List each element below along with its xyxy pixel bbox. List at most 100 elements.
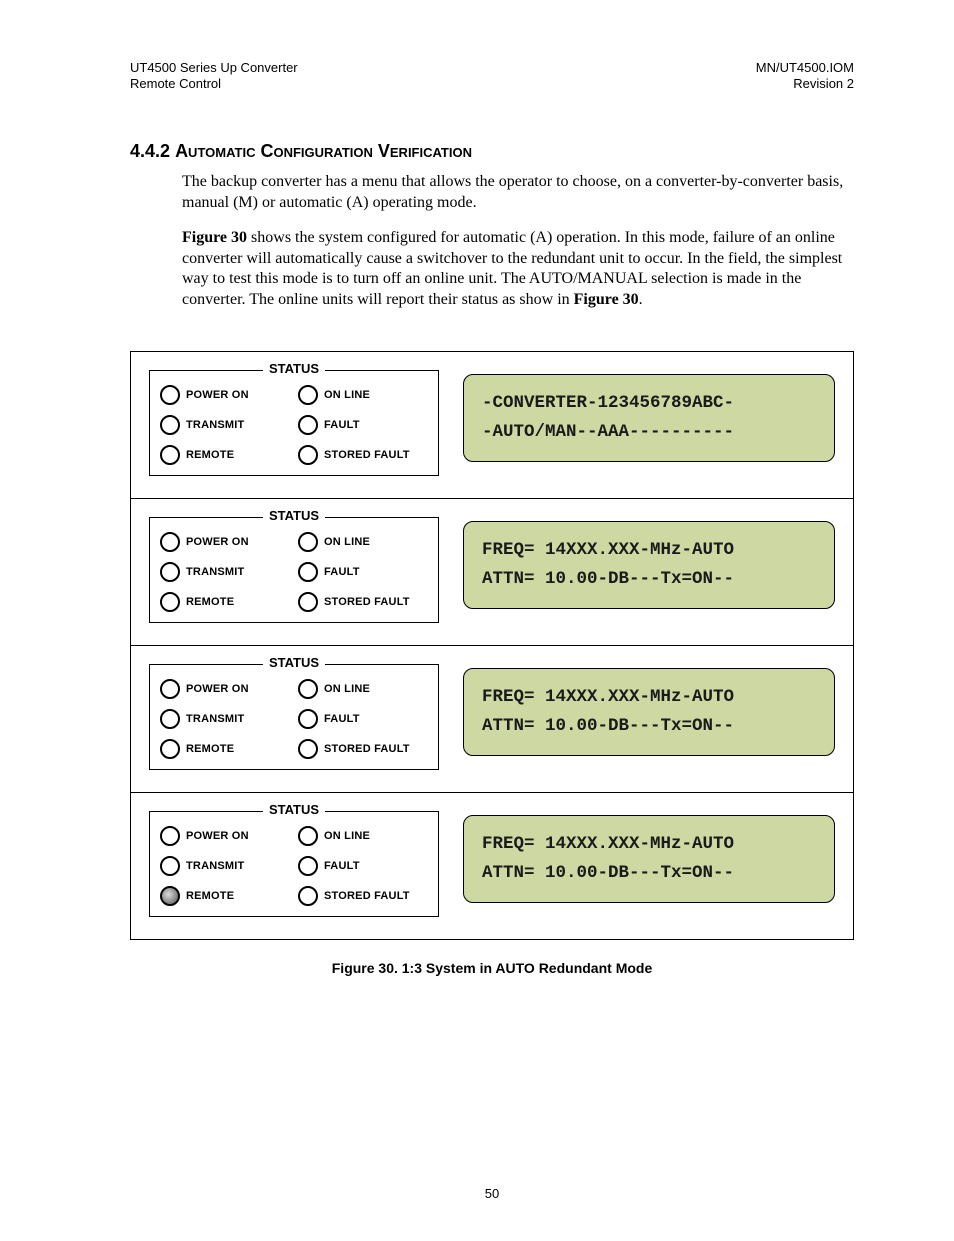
status-box: StatusPower OnOn LineTransmitFaultRemote… — [149, 370, 439, 476]
on-line-led-item: On Line — [298, 532, 428, 552]
page-header: UT4500 Series Up Converter Remote Contro… — [130, 60, 854, 91]
on-line-led-label: On Line — [324, 389, 370, 401]
on-line-led-label: On Line — [324, 830, 370, 842]
stored-fault-led — [298, 445, 318, 465]
fault-led-item: Fault — [298, 709, 428, 729]
remote-led — [160, 886, 180, 906]
transmit-led — [160, 856, 180, 876]
on-line-led — [298, 679, 318, 699]
power-on-led-item: Power On — [160, 679, 290, 699]
header-right-line2: Revision 2 — [756, 76, 854, 92]
status-title: Status — [263, 361, 325, 376]
stored-fault-led-item: Stored Fault — [298, 592, 428, 612]
paragraph-1: The backup converter has a menu that all… — [182, 172, 854, 214]
figure-30: Status Power On On Line Transmit Fault Remote… — [130, 351, 854, 940]
stored-fault-led-label: Stored Fault — [324, 449, 410, 461]
on-line-led-item: On Line — [298, 826, 428, 846]
transmit-led-item: Transmit — [160, 709, 290, 729]
fault-led — [298, 415, 318, 435]
transmit-led — [160, 415, 180, 435]
paragraph-2: Figure 30 shows the system configured fo… — [182, 228, 854, 311]
transmit-led-label: Transmit — [186, 419, 244, 431]
header-left-line2: Remote Control — [130, 76, 298, 92]
section-number: 4.4.2 — [130, 141, 170, 161]
section-heading: 4.4.2 Automatic Configuration Verificati… — [130, 141, 854, 162]
stored-fault-led-label: Stored Fault — [324, 596, 410, 608]
transmit-led — [160, 709, 180, 729]
power-on-led-item: Power On — [160, 385, 290, 405]
remote-led — [160, 739, 180, 759]
transmit-led-label: Transmit — [186, 713, 244, 725]
remote-led-label: Remote — [186, 890, 234, 902]
stored-fault-led — [298, 739, 318, 759]
on-line-led — [298, 385, 318, 405]
remote-led-item: Remote — [160, 592, 290, 612]
converter-panel: Status Power On On Line Transmit Fault Remote… — [131, 646, 853, 793]
stored-fault-led — [298, 592, 318, 612]
converter-panel: StatusPower OnOn LineTransmitFaultRemote… — [131, 793, 853, 939]
header-right-line1: MN/UT4500.IOM — [756, 60, 854, 76]
header-left-line1: UT4500 Series Up Converter — [130, 60, 298, 76]
remote-led — [160, 445, 180, 465]
fault-led-item: Fault — [298, 856, 428, 876]
lcd-display: FREQ= 14XXX.XXX-MHz-AUTO ATTN= 10.00-DB-… — [463, 668, 835, 756]
power-on-led — [160, 679, 180, 699]
fault-led-item: Fault — [298, 562, 428, 582]
remote-led-item: Remote — [160, 445, 290, 465]
remote-led-item: Remote — [160, 886, 290, 906]
transmit-led-item: Transmit — [160, 562, 290, 582]
fault-led-label: Fault — [324, 419, 360, 431]
stored-fault-led-item: Stored Fault — [298, 739, 428, 759]
transmit-led — [160, 562, 180, 582]
remote-led-label: Remote — [186, 449, 234, 461]
power-on-led-label: Power On — [186, 536, 249, 548]
status-box: StatusPower OnOn LineTransmitFaultRemote… — [149, 664, 439, 770]
fault-led-label: Fault — [324, 713, 360, 725]
fault-led — [298, 709, 318, 729]
transmit-led-item: Transmit — [160, 415, 290, 435]
stored-fault-led-item: Stored Fault — [298, 886, 428, 906]
power-on-led-label: Power On — [186, 683, 249, 695]
stored-fault-led-item: Stored Fault — [298, 445, 428, 465]
fault-led-label: Fault — [324, 566, 360, 578]
power-on-led-label: Power On — [186, 389, 249, 401]
fault-led-item: Fault — [298, 415, 428, 435]
power-on-led — [160, 532, 180, 552]
remote-led-label: Remote — [186, 596, 234, 608]
power-on-led-label: Power On — [186, 830, 249, 842]
stored-fault-led-label: Stored Fault — [324, 890, 410, 902]
fault-led — [298, 562, 318, 582]
power-on-led-item: Power On — [160, 826, 290, 846]
lcd-display: FREQ= 14XXX.XXX-MHz-AUTO ATTN= 10.00-DB-… — [463, 815, 835, 903]
figure-ref-1: Figure 30 — [182, 229, 247, 246]
remote-led — [160, 592, 180, 612]
figure-ref-2: Figure 30 — [574, 291, 639, 308]
remote-led-item: Remote — [160, 739, 290, 759]
stored-fault-led — [298, 886, 318, 906]
power-on-led — [160, 385, 180, 405]
lcd-display: -CONVERTER-123456789ABC- -AUTO/MAN--AAA-… — [463, 374, 835, 462]
on-line-led-item: On Line — [298, 679, 428, 699]
on-line-led-label: On Line — [324, 683, 370, 695]
fault-led — [298, 856, 318, 876]
stored-fault-led-label: Stored Fault — [324, 743, 410, 755]
on-line-led-label: On Line — [324, 536, 370, 548]
status-title: Status — [263, 655, 325, 670]
paragraph-2-body: shows the system configured for automati… — [182, 229, 842, 308]
remote-led-label: Remote — [186, 743, 234, 755]
status-box: StatusPower OnOn LineTransmitFaultRemote… — [149, 811, 439, 917]
on-line-led-item: On Line — [298, 385, 428, 405]
lcd-display: FREQ= 14XXX.XXX-MHz-AUTO ATTN= 10.00-DB-… — [463, 521, 835, 609]
converter-panel: Status Power On On Line Transmit Fault Remote… — [131, 352, 853, 499]
status-title: Status — [263, 508, 325, 523]
on-line-led — [298, 826, 318, 846]
fault-led-label: Fault — [324, 860, 360, 872]
page-number: 50 — [130, 1186, 854, 1201]
paragraph-2-end: . — [639, 291, 643, 308]
on-line-led — [298, 532, 318, 552]
status-box: StatusPower OnOn LineTransmitFaultRemote… — [149, 517, 439, 623]
transmit-led-label: Transmit — [186, 566, 244, 578]
converter-panel: Status Power On On Line Transmit Fault Remote… — [131, 499, 853, 646]
transmit-led-label: Transmit — [186, 860, 244, 872]
figure-caption: Figure 30. 1:3 System in AUTO Redundant … — [130, 960, 854, 976]
